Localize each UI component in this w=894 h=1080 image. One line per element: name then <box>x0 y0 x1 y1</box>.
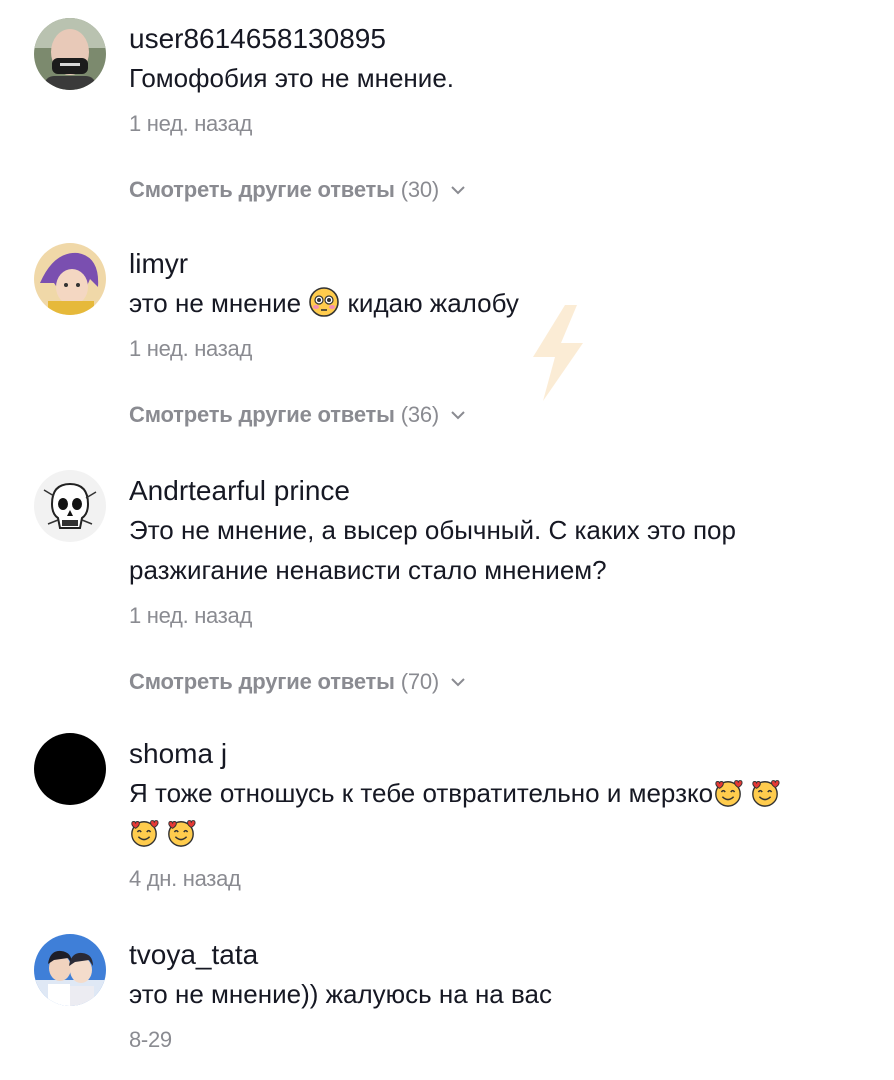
smiling-face-with-hearts-emoji-icon <box>131 820 159 847</box>
smiling-face-with-hearts-emoji-icon <box>715 780 743 807</box>
avatar[interactable] <box>34 243 106 315</box>
skull-sketch-avatar-icon <box>34 470 106 542</box>
comment-text: Это не мнение, а высер обычный. С каких … <box>129 510 874 590</box>
comment-username[interactable]: Andrtearful prince <box>129 474 874 508</box>
comment-text-part: разжигание ненависти стало мнением? <box>129 555 607 585</box>
comment-time: 1 нед. назад <box>129 336 253 361</box>
chevron-down-icon <box>451 411 465 420</box>
comment-text: это не мнение кидаю жалобу <box>129 283 874 323</box>
comment-text-part: Это не мнение, а вы <box>129 515 376 545</box>
chevron-down-icon <box>451 678 465 687</box>
comment-text: это не мнение)) жалуюсь на на вас <box>129 979 552 1009</box>
comment-text-part: это не мнение <box>129 288 302 318</box>
view-more-replies-button[interactable]: Смотреть другие ответы (36) <box>129 401 467 429</box>
anime-character-avatar-icon <box>34 243 106 315</box>
comment-text: Я тоже отношусь к тебе отвратительно и м… <box>129 773 874 853</box>
comment-username[interactable]: shoma j <box>129 737 874 771</box>
smiling-face-with-hearts-emoji-icon <box>168 820 196 847</box>
comment-time: 1 нед. назад <box>129 603 253 628</box>
view-more-replies-button[interactable]: Смотреть другие ответы (70) <box>129 668 467 696</box>
avatar[interactable] <box>34 470 106 542</box>
comment-username[interactable]: tvoya_tata <box>129 938 874 972</box>
comment-time: 8-29 <box>129 1027 172 1052</box>
replies-count: (30) <box>400 177 440 202</box>
avatar[interactable] <box>34 18 106 90</box>
smiling-face-with-hearts-emoji-icon <box>752 780 780 807</box>
view-more-replies-label: Смотреть другие ответы <box>129 177 395 202</box>
two-people-photo-avatar-icon <box>34 934 106 1006</box>
view-more-replies-label: Смотреть другие ответы <box>129 669 395 694</box>
comment-text-part: се <box>375 515 404 545</box>
person-in-mask-avatar-icon <box>34 18 106 90</box>
comment-text-part: кидаю жалобу <box>347 288 519 318</box>
comment-text-part: Я тоже отношусь к тебе отвратительно и м… <box>129 778 714 808</box>
black-circle-avatar-icon <box>34 733 106 805</box>
comment-text-part: р обычный. С каких это пор <box>403 515 736 545</box>
chevron-down-icon <box>451 186 465 195</box>
comment-time: 4 дн. назад <box>129 866 241 891</box>
comment-text: Гомофобия это не мнение. <box>129 63 454 93</box>
avatar[interactable] <box>34 733 106 805</box>
replies-count: (70) <box>400 669 440 694</box>
comment-username[interactable]: user8614658130895 <box>129 22 874 56</box>
view-more-replies-button[interactable]: Смотреть другие ответы (30) <box>129 176 467 204</box>
comment-username[interactable]: limyr <box>129 247 874 281</box>
view-more-replies-label: Смотреть другие ответы <box>129 402 395 427</box>
replies-count: (36) <box>400 402 440 427</box>
flushed-face-emoji-icon <box>309 287 340 317</box>
avatar[interactable] <box>34 934 106 1006</box>
comment-time: 1 нед. назад <box>129 111 253 136</box>
